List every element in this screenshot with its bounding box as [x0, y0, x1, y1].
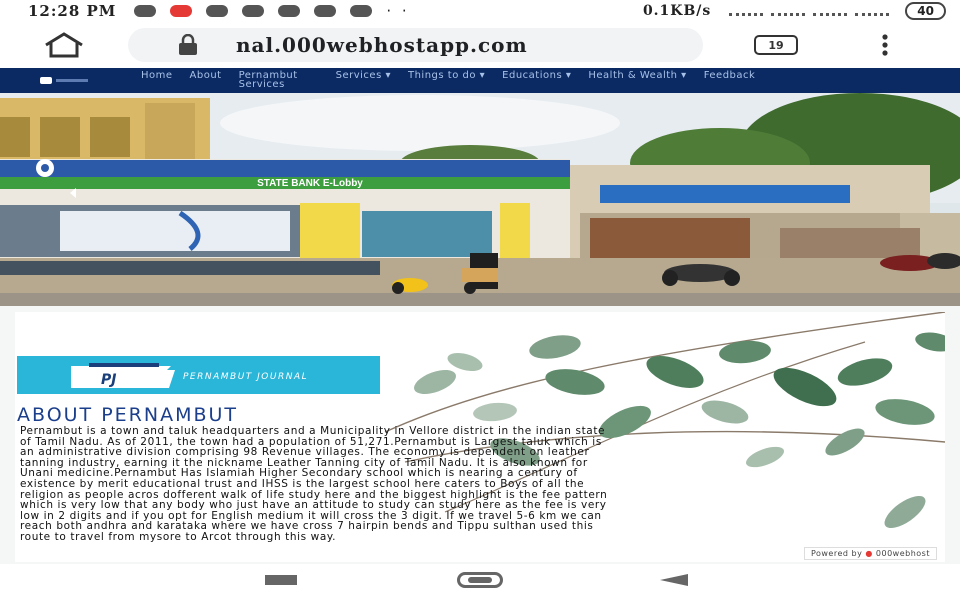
nav-services[interactable]: Services ▾ — [336, 71, 391, 89]
youtube-icon — [170, 5, 193, 17]
home-button[interactable] — [457, 572, 503, 588]
nav-health-wealth[interactable]: Health & Wealth ▾ — [588, 71, 686, 89]
battery-indicator: 40 — [905, 2, 946, 20]
site-logo-icon[interactable] — [40, 76, 90, 85]
journal-banner[interactable]: PJ PERNAMBUT JOURNAL — [17, 356, 380, 394]
volte-icon — [771, 6, 806, 16]
tabs-count-button[interactable]: 19 — [754, 35, 798, 55]
powered-by-badge[interactable]: Powered by ● 000webhost — [803, 547, 937, 560]
more-notifications: · · — [386, 2, 410, 20]
folder-logo-icon: PJ — [71, 363, 175, 388]
lock-icon — [179, 34, 197, 55]
powered-by-label: Powered by — [810, 549, 863, 558]
recent-apps-button[interactable] — [265, 575, 297, 585]
chat-icon — [134, 5, 157, 17]
play-store-icon — [278, 5, 301, 17]
url-text[interactable]: nal.000webhostapp.com — [236, 33, 528, 57]
nav-educations[interactable]: Educations ▾ — [502, 71, 571, 89]
webhost-logo-icon: ● — [865, 549, 873, 558]
nav-feedback[interactable]: Feedback — [704, 71, 756, 89]
status-bar: 12:28 PM · · 0.1KB/s 40 — [0, 0, 960, 22]
bank-sign: STATE BANK E-Lobby — [257, 178, 363, 189]
back-button[interactable] — [660, 574, 688, 586]
status-time: 12:28 PM — [28, 2, 117, 20]
about-card: PJ PERNAMBUT JOURNAL ABOUT PERNAMBUT Per… — [15, 312, 945, 562]
cross-app-icon — [242, 5, 265, 17]
hero-photo: STATE BANK E-Lobby — [0, 93, 960, 306]
alarm-icon — [729, 6, 764, 16]
hero-image: STATE BANK E-Lobby — [0, 93, 960, 306]
nav-pernambut-services[interactable]: Pernambut Services — [239, 71, 319, 90]
nav-menu: Home About Pernambut Services Services ▾… — [141, 71, 756, 90]
browser-toolbar: nal.000webhostapp.com 19 — [0, 22, 960, 68]
about-paragraph: Pernambut is a town and taluk headquarte… — [20, 425, 608, 543]
network-speed: 0.1KB/s — [642, 3, 712, 19]
m-app-icon — [350, 5, 373, 17]
nav-about[interactable]: About — [190, 71, 222, 89]
kebab-menu-icon[interactable] — [878, 34, 892, 56]
nav-things-to-do[interactable]: Things to do ▾ — [408, 71, 485, 89]
url-bar[interactable]: nal.000webhostapp.com — [128, 28, 703, 62]
journal-label: PERNAMBUT JOURNAL — [183, 372, 309, 382]
system-nav-bar — [0, 564, 960, 600]
signal-icon — [813, 6, 848, 16]
site-navbar: Home About Pernambut Services Services ▾… — [0, 68, 960, 93]
notification-icons — [134, 5, 373, 17]
home-icon[interactable] — [42, 32, 86, 58]
page-title: ABOUT PERNAMBUT — [17, 404, 239, 426]
signal-icon-2 — [855, 6, 890, 16]
logo-pj: PJ — [101, 372, 116, 388]
powered-by-brand: 000webhost — [875, 549, 930, 558]
nav-home[interactable]: Home — [141, 71, 173, 89]
signal-bars — [729, 6, 890, 16]
instagram-icon — [314, 5, 337, 17]
jio-icon — [206, 5, 229, 17]
